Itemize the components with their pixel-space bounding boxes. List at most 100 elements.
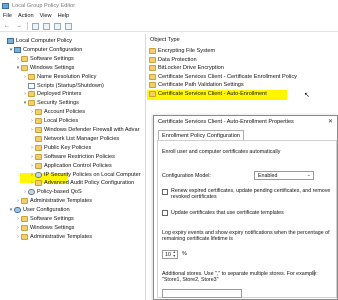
tree-item[interactable]: › Windows Settings bbox=[15, 224, 74, 232]
folder-icon bbox=[149, 48, 156, 54]
folder-icon bbox=[35, 162, 42, 169]
object-list-item[interactable]: Encrypting File System bbox=[149, 47, 215, 55]
tree-item[interactable]: › Name Resolution Policy bbox=[22, 73, 96, 81]
document-icon bbox=[28, 82, 35, 89]
tree-item[interactable]: › Administrative Templates bbox=[15, 197, 92, 205]
renew-certificates-label: Renew expired certificates, update pendi… bbox=[171, 188, 331, 201]
folder-icon bbox=[28, 73, 35, 80]
folder-icon bbox=[149, 56, 156, 63]
column-header-object-type[interactable]: Object Type bbox=[150, 37, 180, 43]
export-list-icon[interactable] bbox=[54, 22, 61, 30]
menu-action[interactable]: Action bbox=[18, 13, 34, 19]
policy-editor-icon bbox=[2, 2, 9, 9]
folder-icon bbox=[35, 144, 42, 151]
folder-icon bbox=[21, 224, 28, 231]
menu-file[interactable]: File bbox=[3, 13, 12, 19]
tree-item-label: Local Policies bbox=[44, 118, 79, 125]
mouse-pointer-icon: ↖ bbox=[304, 92, 310, 99]
tree-item[interactable]: Network List Manager Policies bbox=[29, 135, 119, 143]
intro-text: Enroll user and computer certificates au… bbox=[162, 149, 281, 155]
tree-item[interactable]: › Public Key Policies bbox=[29, 144, 91, 152]
help-icon[interactable] bbox=[65, 22, 72, 30]
expiry-percentage-spinner[interactable]: 10 ▲ ▼ bbox=[162, 250, 178, 259]
tree-item-label: Advanced Audit Policy Configuration bbox=[44, 180, 135, 187]
tree-item-label: Application Control Policies bbox=[44, 162, 112, 169]
properties-icon[interactable] bbox=[43, 22, 50, 30]
console-tree: Local Computer Policy ▾ Computer Configura… bbox=[0, 34, 146, 300]
auto-enrollment-properties-dialog: Certificate Services Client - Auto-Enrol… bbox=[153, 115, 338, 300]
tree-item[interactable]: ▾ Windows Settings bbox=[15, 64, 74, 72]
folder-icon bbox=[21, 198, 28, 205]
update-certificates-label: Update certificates that use certificate… bbox=[171, 210, 284, 216]
update-certificates-checkbox[interactable] bbox=[162, 210, 168, 216]
menu-bar: File Action View Help bbox=[0, 11, 338, 21]
tree-item[interactable]: › Software Restriction Policies bbox=[29, 153, 115, 161]
tree-item[interactable]: › Account Policies bbox=[29, 108, 85, 116]
tree-item-label: Deployed Printers bbox=[37, 91, 82, 98]
spinner-arrows-icon[interactable]: ▲ ▼ bbox=[173, 250, 176, 258]
tree-item[interactable]: ▾ User Configuration bbox=[8, 206, 70, 214]
object-list-item[interactable]: Certificate Services Client - Auto-Enrol… bbox=[149, 90, 267, 98]
window-title: Local Group Policy Editor bbox=[12, 2, 76, 9]
tree-item[interactable]: › Administrative Templates bbox=[15, 233, 92, 241]
menu-help[interactable]: Help bbox=[58, 13, 70, 19]
dialog-body: Enroll user and computer certificates au… bbox=[157, 140, 337, 298]
tab-enrollment-policy-configuration[interactable]: Enrollment Policy Configuration bbox=[158, 130, 245, 140]
tree-item-label: Network List Manager Policies bbox=[44, 135, 120, 142]
object-list-item[interactable]: BitLocker Drive Encryption bbox=[149, 64, 224, 72]
configuration-model-select[interactable]: Enabled ⌄ bbox=[254, 171, 314, 180]
tree-item[interactable]: › Deployed Printers bbox=[22, 90, 81, 98]
tree-item[interactable]: › Software Settings bbox=[15, 55, 74, 63]
tree-item[interactable]: Local Computer Policy bbox=[1, 37, 72, 45]
tree-item-label: Security Settings bbox=[37, 100, 79, 107]
tree-item[interactable]: Scripts (Startup/Shutdown) bbox=[22, 82, 104, 90]
tree-item-label: Public Key Policies bbox=[44, 144, 92, 151]
folder-icon bbox=[21, 64, 28, 71]
text-cursor-icon: I bbox=[313, 269, 316, 278]
close-icon[interactable]: ✕ bbox=[328, 118, 333, 125]
folder-icon bbox=[35, 127, 42, 133]
folder-icon bbox=[149, 91, 156, 97]
computer-icon bbox=[7, 38, 14, 44]
object-list-item-label: Certificate Services Client - Auto-Enrol… bbox=[158, 91, 267, 97]
menu-view[interactable]: View bbox=[40, 13, 52, 19]
tree-item-label: Name Resolution Policy bbox=[37, 73, 97, 80]
tree-item-label: IP Security Policies on Local Computer bbox=[44, 171, 141, 178]
object-list-item-label: BitLocker Drive Encryption bbox=[158, 65, 224, 72]
tree-item[interactable]: › Software Settings bbox=[15, 215, 74, 223]
tree-item[interactable]: ▾ Computer Configuration bbox=[8, 46, 82, 54]
folder-icon bbox=[149, 82, 156, 89]
tree-item[interactable]: › Local Policies bbox=[29, 117, 78, 125]
computer-icon bbox=[14, 46, 21, 53]
folder-icon bbox=[21, 216, 28, 222]
tree-item[interactable]: ▾ Security Settings bbox=[22, 99, 79, 107]
chevron-down-icon: ⌄ bbox=[306, 172, 311, 178]
tree-item-label: Administrative Templates bbox=[30, 233, 93, 240]
folder-icon bbox=[149, 65, 156, 72]
tree-item-label: Software Restriction Policies bbox=[44, 153, 115, 160]
tree-item[interactable]: › Policy-based QoS bbox=[22, 188, 82, 196]
user-icon bbox=[14, 207, 21, 214]
configuration-model-value: Enabled bbox=[258, 172, 278, 179]
back-arrow-icon[interactable]: ← bbox=[3, 22, 11, 30]
dialog-title: Certificate Services Client - Auto-Enrol… bbox=[158, 119, 294, 125]
toolbar: ← → bbox=[0, 21, 338, 32]
tree-item[interactable]: › IP Security Policies on Local Computer bbox=[29, 171, 141, 179]
tree-item-label: Software Settings bbox=[30, 216, 74, 222]
object-list-item[interactable]: Data Protection bbox=[149, 56, 197, 64]
object-list-item[interactable]: Certificate Services Client - Certificat… bbox=[149, 73, 297, 81]
folder-icon bbox=[149, 73, 156, 80]
additional-stores-input[interactable] bbox=[162, 289, 242, 298]
tree-item[interactable]: › Windows Defender Firewall with Advar bbox=[29, 126, 139, 134]
folder-icon bbox=[35, 118, 42, 125]
renew-certificates-checkbox[interactable] bbox=[162, 189, 168, 195]
tree-item-label: Local Computer Policy bbox=[16, 38, 72, 44]
object-list-item[interactable]: Certificate Path Validation Settings bbox=[149, 81, 244, 89]
tree-item[interactable]: › Advanced Audit Policy Configuration bbox=[29, 179, 134, 187]
tree-item-label: Windows Defender Firewall with Advar bbox=[44, 127, 140, 133]
percent-unit: % bbox=[182, 251, 187, 257]
tree-item[interactable]: › Application Control Policies bbox=[29, 162, 112, 170]
folder-icon bbox=[28, 91, 35, 98]
forward-arrow-icon[interactable]: → bbox=[15, 22, 23, 30]
show-hide-tree-icon[interactable] bbox=[32, 22, 39, 30]
